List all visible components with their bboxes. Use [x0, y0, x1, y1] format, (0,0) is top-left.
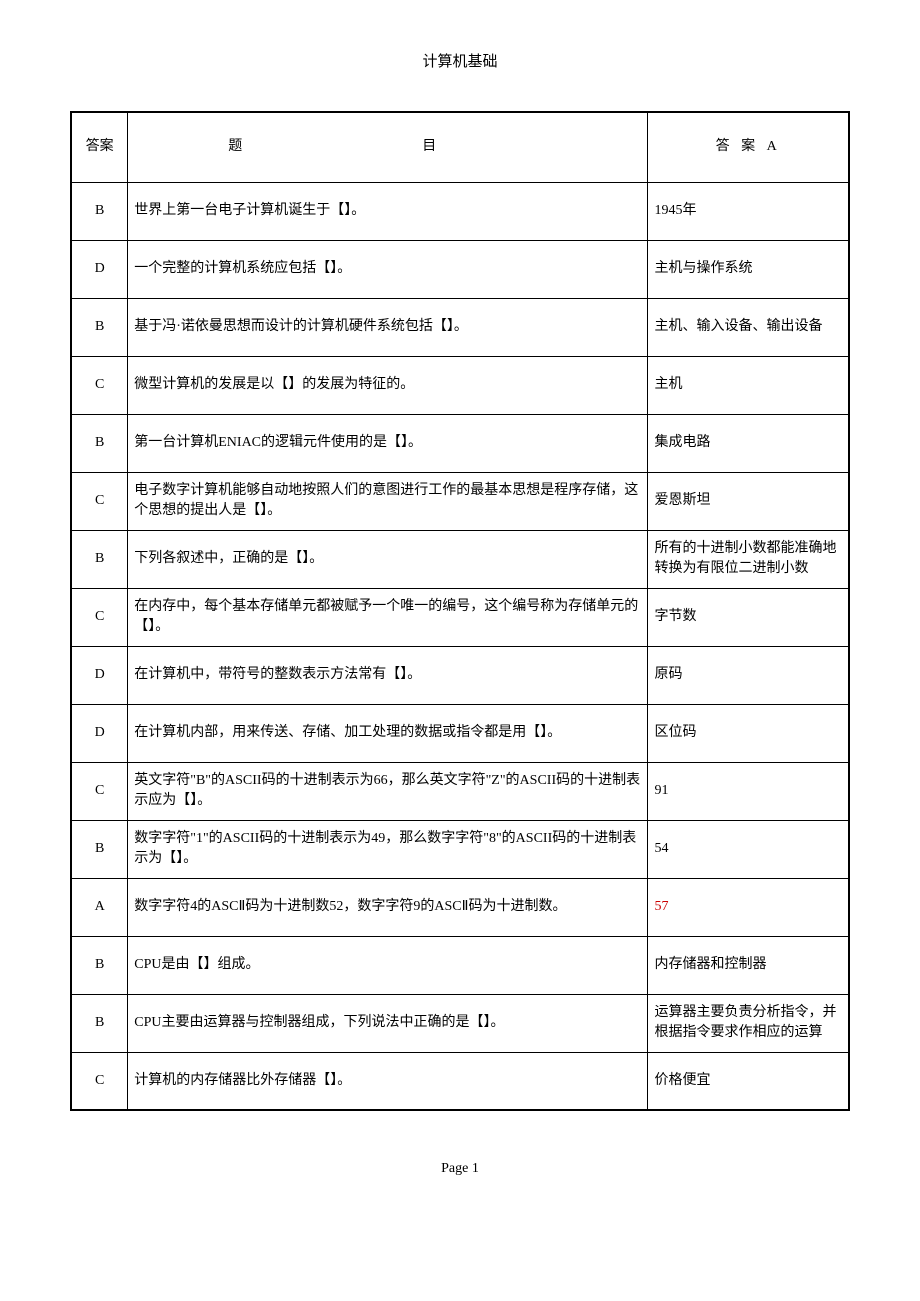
choice-cell: 区位码 [648, 704, 849, 762]
question-table: 答案 题目 答 案 A B世界上第一台电子计算机诞生于【】。1945年D一个完整… [70, 111, 850, 1111]
header-question: 题目 [128, 112, 648, 182]
header-answer: 答案 [71, 112, 128, 182]
question-cell: 基于冯·诺依曼思想而设计的计算机硬件系统包括【】。 [128, 298, 648, 356]
choice-cell: 集成电路 [648, 414, 849, 472]
answer-cell: C [71, 356, 128, 414]
answer-cell: C [71, 762, 128, 820]
choice-cell: 57 [648, 878, 849, 936]
question-cell: 在计算机内部，用来传送、存储、加工处理的数据或指令都是用【】。 [128, 704, 648, 762]
table-row: BCPU是由【】组成。内存储器和控制器 [71, 936, 849, 994]
question-cell: 在计算机中，带符号的整数表示方法常有【】。 [128, 646, 648, 704]
answer-cell: A [71, 878, 128, 936]
table-row: C英文字符"B"的ASCII码的十进制表示为66，那么英文字符"Z"的ASCII… [71, 762, 849, 820]
table-row: D在计算机中，带符号的整数表示方法常有【】。原码 [71, 646, 849, 704]
header-choice: 答 案 A [648, 112, 849, 182]
question-cell: 数字字符4的ASCⅡ码为十进制数52，数字字符9的ASCⅡ码为十进制数。 [128, 878, 648, 936]
table-row: C计算机的内存储器比外存储器【】。价格便宜 [71, 1052, 849, 1110]
answer-cell: B [71, 820, 128, 878]
question-cell: 下列各叙述中，正确的是【】。 [128, 530, 648, 588]
question-cell: 微型计算机的发展是以【】的发展为特征的。 [128, 356, 648, 414]
answer-cell: B [71, 414, 128, 472]
choice-cell: 爱恩斯坦 [648, 472, 849, 530]
choice-cell: 91 [648, 762, 849, 820]
page-footer: Page 1 [70, 1161, 850, 1177]
answer-cell: D [71, 240, 128, 298]
answer-cell: C [71, 1052, 128, 1110]
answer-cell: B [71, 182, 128, 240]
question-cell: 第一台计算机ENIAC的逻辑元件使用的是【】。 [128, 414, 648, 472]
question-cell: 数字字符"1"的ASCII码的十进制表示为49，那么数字字符"8"的ASCII码… [128, 820, 648, 878]
choice-cell: 价格便宜 [648, 1052, 849, 1110]
table-row: D一个完整的计算机系统应包括【】。主机与操作系统 [71, 240, 849, 298]
choice-cell: 1945年 [648, 182, 849, 240]
choice-cell: 内存储器和控制器 [648, 936, 849, 994]
table-row: BCPU主要由运算器与控制器组成，下列说法中正确的是【】。运算器主要负责分析指令… [71, 994, 849, 1052]
answer-cell: D [71, 646, 128, 704]
question-cell: 一个完整的计算机系统应包括【】。 [128, 240, 648, 298]
choice-cell: 字节数 [648, 588, 849, 646]
answer-cell: C [71, 472, 128, 530]
question-cell: 世界上第一台电子计算机诞生于【】。 [128, 182, 648, 240]
choice-cell: 主机与操作系统 [648, 240, 849, 298]
choice-cell: 54 [648, 820, 849, 878]
choice-cell: 主机 [648, 356, 849, 414]
table-row: C电子数字计算机能够自动地按照人们的意图进行工作的最基本思想是程序存储，这个思想… [71, 472, 849, 530]
answer-cell: B [71, 994, 128, 1052]
table-row: C微型计算机的发展是以【】的发展为特征的。主机 [71, 356, 849, 414]
answer-cell: B [71, 298, 128, 356]
question-cell: 在内存中，每个基本存储单元都被赋予一个唯一的编号，这个编号称为存储单元的【】。 [128, 588, 648, 646]
table-row: C在内存中，每个基本存储单元都被赋予一个唯一的编号，这个编号称为存储单元的【】。… [71, 588, 849, 646]
table-row: A数字字符4的ASCⅡ码为十进制数52，数字字符9的ASCⅡ码为十进制数。57 [71, 878, 849, 936]
choice-cell: 主机、输入设备、输出设备 [648, 298, 849, 356]
table-header-row: 答案 题目 答 案 A [71, 112, 849, 182]
table-row: B数字字符"1"的ASCII码的十进制表示为49，那么数字字符"8"的ASCII… [71, 820, 849, 878]
question-cell: 计算机的内存储器比外存储器【】。 [128, 1052, 648, 1110]
table-row: B基于冯·诺依曼思想而设计的计算机硬件系统包括【】。主机、输入设备、输出设备 [71, 298, 849, 356]
answer-cell: B [71, 936, 128, 994]
answer-cell: C [71, 588, 128, 646]
table-row: B下列各叙述中，正确的是【】。所有的十进制小数都能准确地转换为有限位二进制小数 [71, 530, 849, 588]
table-row: B世界上第一台电子计算机诞生于【】。1945年 [71, 182, 849, 240]
choice-cell: 运算器主要负责分析指令，并根据指令要求作相应的运算 [648, 994, 849, 1052]
choice-cell: 原码 [648, 646, 849, 704]
question-cell: CPU主要由运算器与控制器组成，下列说法中正确的是【】。 [128, 994, 648, 1052]
question-cell: CPU是由【】组成。 [128, 936, 648, 994]
page-title: 计算机基础 [70, 50, 850, 71]
table-row: B第一台计算机ENIAC的逻辑元件使用的是【】。集成电路 [71, 414, 849, 472]
answer-cell: D [71, 704, 128, 762]
question-cell: 英文字符"B"的ASCII码的十进制表示为66，那么英文字符"Z"的ASCII码… [128, 762, 648, 820]
question-cell: 电子数字计算机能够自动地按照人们的意图进行工作的最基本思想是程序存储，这个思想的… [128, 472, 648, 530]
answer-cell: B [71, 530, 128, 588]
table-row: D在计算机内部，用来传送、存储、加工处理的数据或指令都是用【】。区位码 [71, 704, 849, 762]
choice-cell: 所有的十进制小数都能准确地转换为有限位二进制小数 [648, 530, 849, 588]
